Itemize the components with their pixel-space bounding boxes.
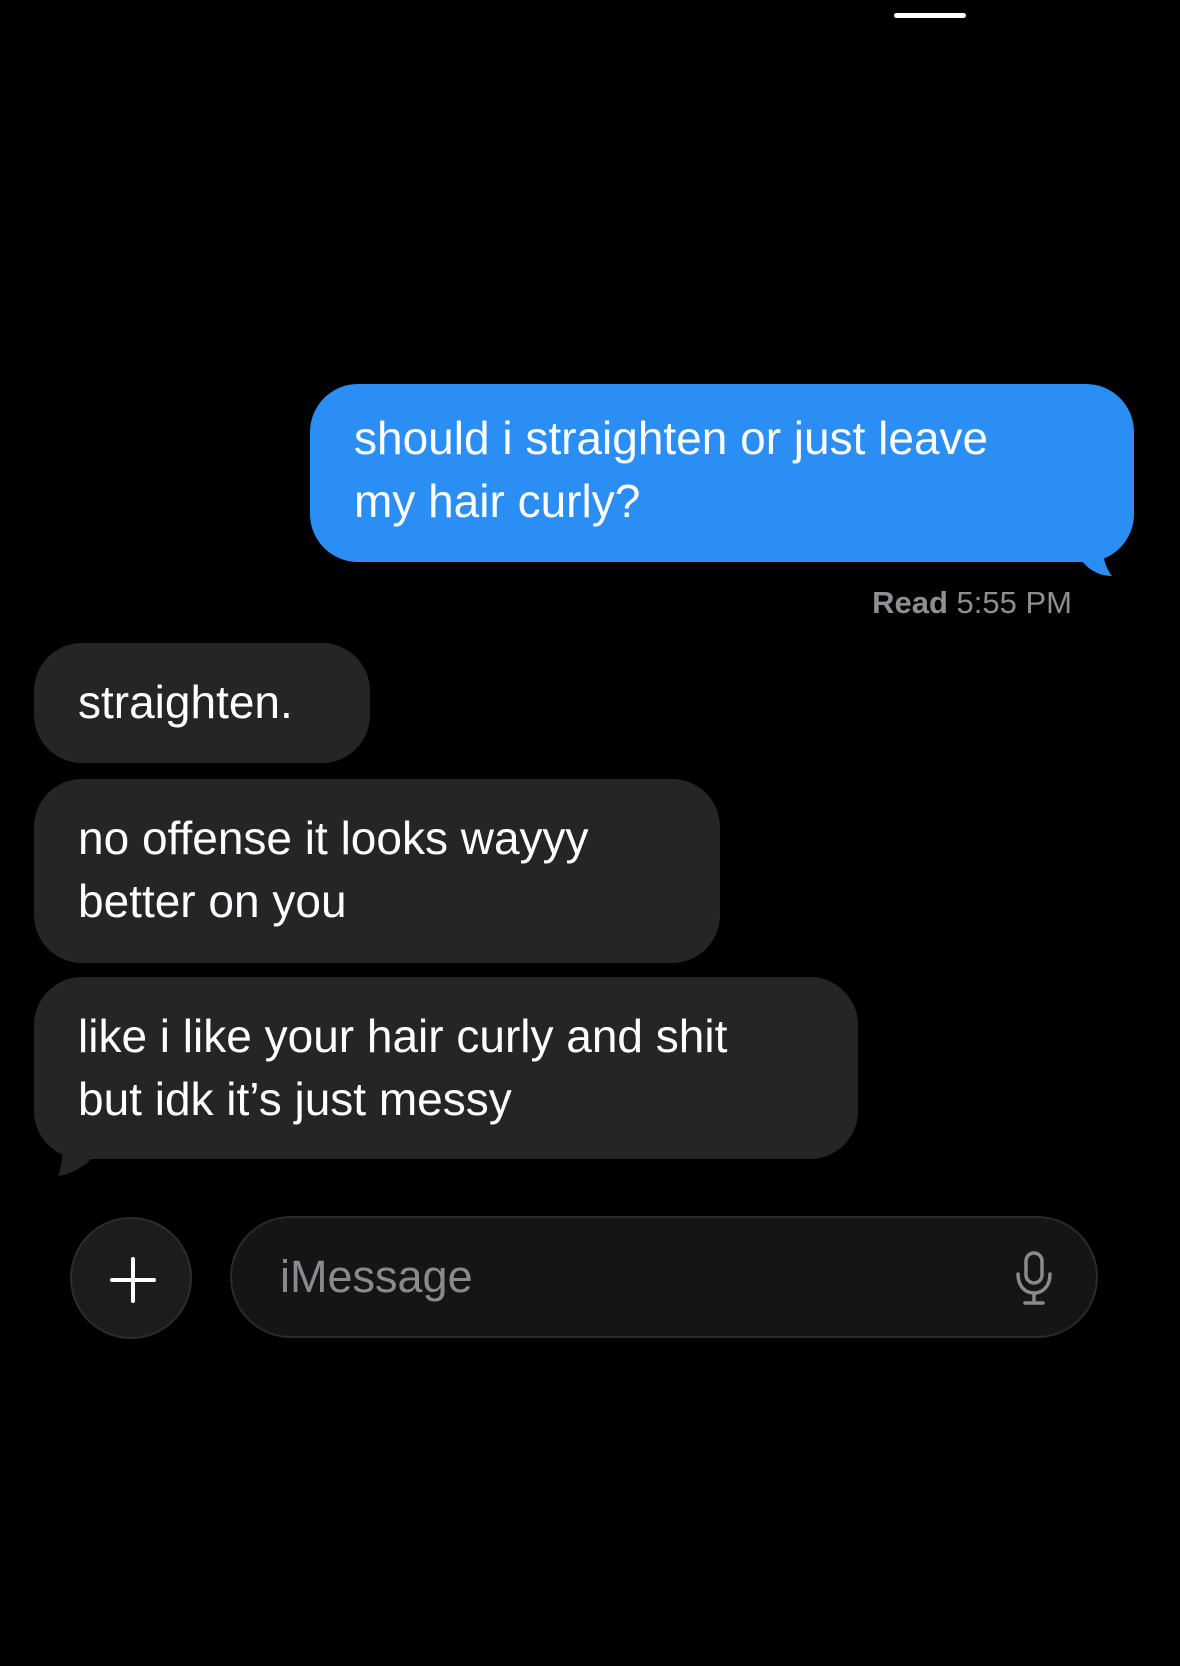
microphone-icon[interactable] [1014,1250,1054,1306]
received-message-bubble[interactable]: straighten. [34,643,370,763]
plus-icon [110,1257,156,1303]
read-time: 5:55 PM [956,585,1072,620]
received-message-bubble[interactable]: no offense it looks wayyy better on you [34,779,720,963]
home-indicator [894,13,966,18]
received-message-bubble[interactable]: like i like your hair curly and shit but… [34,977,858,1159]
message-input[interactable]: iMessage [230,1216,1098,1338]
read-receipt: Read 5:55 PM [872,584,1072,622]
message-input-placeholder: iMessage [280,1251,473,1302]
read-label: Read [872,585,948,620]
add-attachment-button[interactable] [70,1217,192,1339]
sent-message-bubble[interactable]: should i straighten or just leave my hai… [310,384,1134,562]
